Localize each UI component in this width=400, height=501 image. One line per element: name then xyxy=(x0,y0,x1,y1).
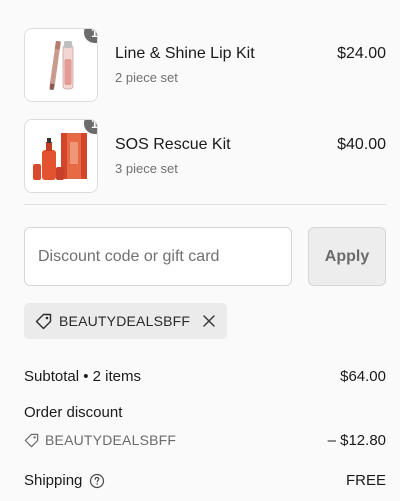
discount-code-input[interactable] xyxy=(24,227,292,286)
item-variant: 3 piece set xyxy=(115,161,178,176)
close-icon[interactable] xyxy=(201,313,217,329)
tag-icon xyxy=(24,433,39,448)
order-discount-value: – $12.80 xyxy=(327,432,386,449)
divider xyxy=(24,204,386,205)
order-discount-code: BEAUTYDEALSBFF xyxy=(45,432,177,448)
item-price: $24.00 xyxy=(337,45,386,62)
tag-icon xyxy=(35,313,52,330)
applied-discount-chip: BEAUTYDEALSBFF xyxy=(24,303,227,339)
help-circle-icon[interactable] xyxy=(89,473,105,489)
apply-button[interactable]: Apply xyxy=(308,227,386,286)
subtotal-row: Subtotal • 2 items $64.00 xyxy=(24,368,386,385)
line-item: 1 SOS Rescue Kit 3 piece set $40.00 xyxy=(24,119,386,193)
item-name: SOS Rescue Kit xyxy=(115,136,231,153)
line-item: 1 Line & Shine Lip Kit 2 piece set $24.0… xyxy=(24,28,386,102)
item-variant: 2 piece set xyxy=(115,70,178,85)
shipping-label: Shipping xyxy=(24,472,83,489)
shipping-value: FREE xyxy=(345,472,386,489)
subtotal-value: $64.00 xyxy=(340,368,386,385)
order-discount-row: Order discount xyxy=(24,404,386,421)
order-discount-label: Order discount xyxy=(24,404,123,421)
shipping-row: Shipping FREE xyxy=(24,472,386,489)
item-name: Line & Shine Lip Kit xyxy=(115,45,255,62)
subtotal-label: Subtotal • 2 items xyxy=(24,368,141,385)
rescue-kit-product-image: 1 xyxy=(24,119,98,193)
item-price: $40.00 xyxy=(337,136,386,153)
lip-kit-product-image: 1 xyxy=(24,28,98,102)
order-discount-code-row: BEAUTYDEALSBFF – $12.80 xyxy=(24,432,386,449)
applied-code-label: BEAUTYDEALSBFF xyxy=(59,313,191,329)
